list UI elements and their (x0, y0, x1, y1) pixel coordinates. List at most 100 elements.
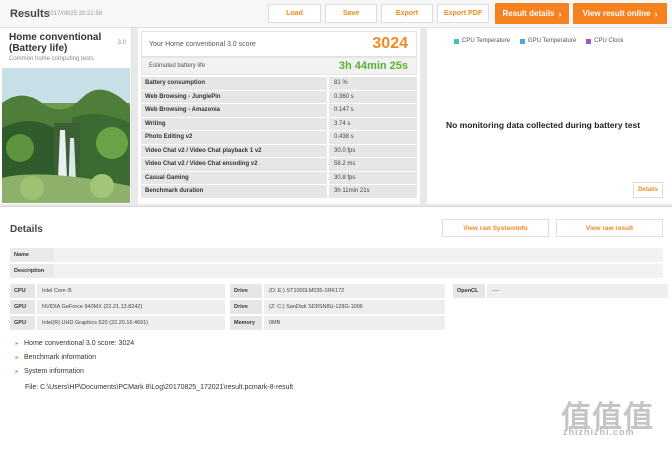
hardware-row: CPU Intel Core i5 (10, 284, 225, 298)
result-date: 2017/08/25 20:21:58 (47, 11, 103, 17)
chevron-right-icon: › (558, 8, 562, 19)
metric-name: Casual Gaming (141, 171, 327, 184)
score-value: 3024 (372, 35, 408, 52)
description-value (54, 264, 663, 278)
view-raw-result-button[interactable]: View raw result (556, 219, 663, 237)
hardware-value: ---- (487, 284, 668, 298)
legend-item[interactable]: GPU Temperature (519, 38, 576, 44)
section-label: Benchmark information (24, 354, 96, 361)
expandable-system-info-row[interactable]: ▸ System information (10, 365, 663, 378)
metric-name: Writing (141, 117, 327, 130)
legend-item[interactable]: CPU Temperature (454, 38, 510, 44)
load-button[interactable]: Load (268, 4, 321, 23)
hardware-key: CPU (10, 284, 35, 298)
legend-item[interactable]: CPU Clock (586, 38, 624, 44)
metric-row: Writing 3.74 s (141, 117, 417, 131)
hardware-row: Drive (Z: C:) SanDisk SD8SN8U-128G-1006 (230, 300, 445, 314)
hardware-key: GPU (10, 300, 35, 314)
export-pdf-button[interactable]: Export PDF (437, 4, 489, 23)
test-name: Home conventional (Battery life) (9, 32, 102, 54)
results-header: Results 2017/08/25 20:21:58 Load Save Ex… (0, 0, 672, 28)
name-row: Name (10, 248, 663, 262)
metric-value: 81 % (329, 77, 417, 90)
hardware-row: Memory 0MB (230, 316, 445, 330)
hardware-key: GPU (10, 316, 35, 330)
monitoring-details-button[interactable]: Details (633, 182, 663, 198)
export-button[interactable]: Export (381, 4, 433, 23)
chevron-right-icon: ▸ (15, 369, 19, 375)
metric-name: Video Chat v2 / Video Chat playback 1 v2 (141, 144, 327, 157)
legend-swatch (519, 38, 525, 44)
metric-name: Benchmark duration (141, 185, 327, 198)
result-details-label: Result details (502, 9, 555, 18)
battery-life-box: Estimated battery life 3h 44min 25s (141, 57, 417, 75)
hardware-value: NVIDIA GeForce 940MX (22.21.13.8242) (37, 300, 225, 314)
expandable-benchmark-info-row[interactable]: ▸ Benchmark information (10, 351, 663, 364)
chevron-right-icon: ▸ (15, 355, 19, 361)
metric-row: Web Browsing - JunglePin 0.360 s (141, 90, 417, 104)
hardware-row: Drive (D: E:) ST1000LM035-1RK172 (230, 284, 445, 298)
metric-value: 30.8 fps (329, 171, 417, 184)
legend-swatch (454, 38, 459, 44)
hardware-column-opencl: OpenCL ---- (453, 284, 668, 300)
test-version: 3.0 (117, 40, 126, 46)
metric-row: Photo Editing v2 0.438 s (141, 131, 417, 145)
hardware-row: GPU NVIDIA GeForce 940MX (22.21.13.8242) (10, 300, 225, 314)
metrics-table: Battery consumption 81 % Web Browsing - J… (141, 77, 417, 199)
legend-swatch (586, 38, 592, 44)
watermark-site: zhizhizhi.com (563, 427, 635, 437)
name-label: Name (14, 252, 29, 258)
view-result-online-button[interactable]: View result online › (573, 3, 667, 24)
metric-value: 0.147 s (329, 104, 417, 117)
hardware-value: (D: E:) ST1000LM035-1RK172 (264, 284, 445, 298)
view-raw-systeminfo-button[interactable]: View raw SystemInfo (442, 219, 549, 237)
metric-value: 30.0 fps (329, 144, 417, 157)
hardware-value: 0MB (264, 316, 445, 330)
hardware-value: Intel Core i5 (37, 284, 225, 298)
result-file-path: File: C:\Users\HP\Documents\PCMark 8\Log… (25, 384, 294, 391)
result-details-button[interactable]: Result details › (495, 3, 569, 24)
view-result-online-label: View result online (582, 9, 651, 18)
name-value (54, 248, 663, 262)
hardware-value: Intel(R) UHD Graphics 620 (22.20.16.4691… (37, 316, 225, 330)
metric-name: Photo Editing v2 (141, 131, 327, 144)
description-label: Description (14, 268, 45, 274)
legend-label: CPU Temperature (462, 38, 510, 44)
metric-name: Web Browsing - JunglePin (141, 90, 327, 103)
legend-label: CPU Clock (594, 38, 624, 44)
battery-life-value: 3h 44min 25s (338, 60, 408, 72)
hardware-key: Drive (230, 300, 262, 314)
metric-row: Battery consumption 81 % (141, 77, 417, 91)
section-label: System information (24, 368, 84, 375)
details-title: Details (10, 224, 43, 235)
metric-row: Video Chat v2 / Video Chat encoding v2 58… (141, 158, 417, 172)
metric-value: 3h 11min 21s (329, 185, 417, 198)
test-subtitle: Common home computing tests (9, 56, 94, 62)
metric-name: Web Browsing - Amazonia (141, 104, 327, 117)
hardware-key: Memory (230, 316, 262, 330)
battery-life-label: Estimated battery life (149, 63, 206, 69)
save-button[interactable]: Save (325, 4, 377, 23)
hardware-column-cpu-gpu: CPU Intel Core i5 GPU NVIDIA GeForce 940MX… (10, 284, 225, 332)
score-box: Your Home conventional 3.0 score 3024 (141, 31, 417, 57)
metric-name: Battery consumption (141, 77, 327, 90)
monitoring-panel: CPU Temperature GPU Temperature CPU Cloc… (427, 28, 672, 204)
score-panel: Your Home conventional 3.0 score 3024 Es… (138, 28, 420, 204)
hardware-row: OpenCL ---- (453, 284, 668, 298)
metric-row: Casual Gaming 30.8 fps (141, 171, 417, 185)
metric-row: Video Chat v2 / Video Chat playback 1 v2… (141, 144, 417, 158)
expandable-score-row[interactable]: ▸ Home conventional 3.0 score: 3024 (10, 337, 663, 350)
monitoring-legend: CPU Temperature GPU Temperature CPU Cloc… (454, 38, 624, 44)
description-row: Description (10, 264, 663, 278)
metric-value: 58.2 ms (329, 158, 417, 171)
section-label: Home conventional 3.0 score: 3024 (24, 340, 135, 347)
chevron-right-icon: ▸ (15, 341, 19, 347)
hardware-column-drives: Drive (D: E:) ST1000LM035-1RK172 Drive (Z:… (230, 284, 445, 332)
chevron-right-icon: › (654, 8, 658, 19)
waterfall-image (2, 68, 130, 203)
metric-name: Video Chat v2 / Video Chat encoding v2 (141, 158, 327, 171)
test-card: Home conventional (Battery life) 3.0 Com… (0, 28, 132, 204)
metric-row: Benchmark duration 3h 11min 21s (141, 185, 417, 199)
hardware-key: OpenCL (453, 284, 485, 298)
hardware-key: Drive (230, 284, 262, 298)
